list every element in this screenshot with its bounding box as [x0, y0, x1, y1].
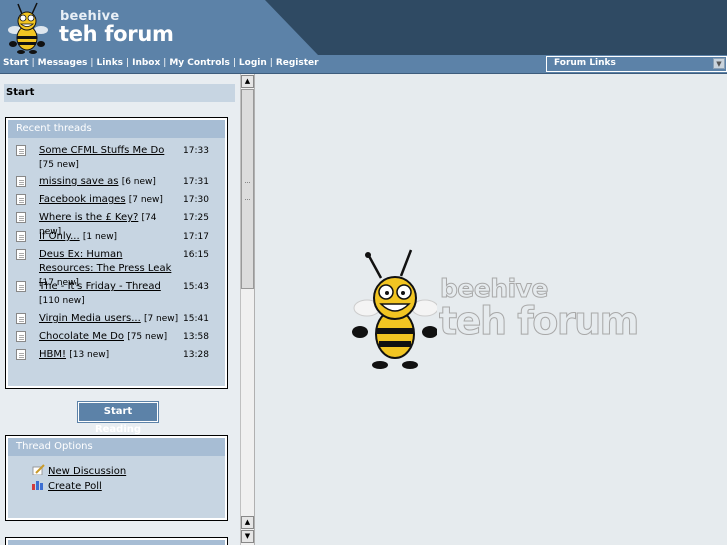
nav-link-inbox[interactable]: Inbox: [132, 58, 160, 68]
thread-link[interactable]: The - It's Friday - Thread: [39, 281, 161, 292]
scroll-down-arrow-icon[interactable]: ▼: [241, 530, 254, 543]
nav-link-start[interactable]: Start: [3, 58, 29, 68]
left-frame: Start Recent threads Some CFML Stuffs Me…: [0, 74, 240, 545]
left-scrollbar[interactable]: ▲ ▲ ▼: [240, 74, 255, 545]
next-panel-partial: [5, 537, 228, 545]
start-heading-bar: Start: [4, 84, 235, 102]
thread-options-title: Thread Options: [8, 438, 225, 456]
nav-link-login[interactable]: Login: [239, 58, 267, 68]
main-frame: beehive teh forum: [257, 74, 727, 545]
nav-separator: |: [90, 58, 94, 68]
thread-link[interactable]: HBM!: [39, 349, 66, 360]
thread-new-count: [110 new]: [39, 296, 85, 306]
document-icon: [16, 349, 26, 360]
thread-new-count: [7 new]: [143, 314, 179, 324]
document-icon: [16, 145, 26, 156]
thread-new-count: [75 new]: [39, 160, 79, 170]
nav-separator: |: [269, 58, 273, 68]
thread-time: 17:30: [183, 195, 209, 205]
thread-link[interactable]: Deus Ex: Human Resources: The Press Leak: [39, 249, 171, 274]
scroll-up-arrow-icon[interactable]: ▲: [241, 75, 254, 88]
nav-separator: |: [163, 58, 167, 68]
document-icon: [16, 231, 26, 242]
thread-time: 13:58: [183, 332, 209, 342]
create-poll-link[interactable]: Create Poll: [48, 481, 102, 492]
thread-link[interactable]: Virgin Media users...: [39, 313, 141, 324]
thread-link[interactable]: Chocolate Me Do: [39, 331, 124, 342]
pencil-icon: [32, 464, 45, 475]
thread-link[interactable]: missing save as: [39, 176, 119, 187]
nav-separator: |: [31, 58, 35, 68]
thread-new-count: [7 new]: [128, 195, 163, 205]
thread-new-count: [6 new]: [121, 177, 156, 187]
thread-time: 15:43: [183, 282, 209, 292]
thread-time: 17:31: [183, 177, 209, 187]
thread-options-panel: Thread Options: [5, 435, 228, 521]
document-icon: [16, 313, 26, 324]
recent-threads-title: Recent threads: [8, 120, 225, 138]
nav-bar: Start | Messages | Links | Inbox | My Controls | L…: [0, 55, 727, 74]
nav-link-register[interactable]: Register: [276, 58, 319, 68]
thread-link[interactable]: If Only...: [39, 231, 80, 242]
thread-time: 13:28: [183, 350, 209, 360]
poll-chart-icon: [32, 481, 43, 490]
scrollbar-thumb[interactable]: [241, 89, 254, 289]
thread-time: 17:25: [183, 213, 209, 223]
site-title: teh forum: [59, 22, 174, 46]
scroll-up-arrow-icon[interactable]: ▲: [241, 516, 254, 529]
nav-link-messages[interactable]: Messages: [38, 58, 88, 68]
forum-links-select[interactable]: Forum Links ▼: [546, 56, 727, 72]
nav-link-my-controls[interactable]: My Controls: [169, 58, 230, 68]
thread-new-count: [13 new]: [69, 350, 110, 360]
document-icon: [16, 249, 26, 260]
bee-mascot-icon: [352, 249, 437, 369]
start-heading: Start: [6, 87, 35, 98]
thread-time: 16:15: [183, 250, 209, 260]
document-icon: [16, 212, 26, 223]
document-icon: [16, 281, 26, 292]
thread-time: 15:41: [183, 314, 209, 324]
thread-new-count: [75 new]: [127, 332, 168, 342]
watermark-title: teh forum: [439, 299, 640, 344]
thread-time: 17:33: [183, 146, 209, 156]
thread-link[interactable]: Facebook images: [39, 194, 126, 205]
document-icon: [16, 331, 26, 342]
thread-link[interactable]: Some CFML Stuffs Me Do: [39, 145, 164, 156]
new-discussion-link[interactable]: New Discussion: [48, 466, 126, 477]
dropdown-arrow-icon[interactable]: ▼: [713, 58, 725, 69]
document-icon: [16, 194, 26, 205]
thread-time: 17:17: [183, 232, 209, 242]
nav-links: Start | Messages | Links | Inbox | My Controls | L…: [3, 58, 319, 68]
header-banner: beehive teh forum: [0, 0, 727, 55]
nav-separator: |: [232, 58, 236, 68]
thread-link[interactable]: Where is the £ Key?: [39, 212, 138, 223]
thread-new-count: [1 new]: [82, 232, 118, 242]
forum-links-label: Forum Links: [554, 58, 616, 68]
create-poll-option[interactable]: Create Poll: [32, 479, 102, 492]
start-reading-button[interactable]: Start Reading: [77, 401, 159, 435]
bee-logo-icon[interactable]: [6, 2, 50, 54]
nav-link-links[interactable]: Links: [96, 58, 123, 68]
nav-separator: |: [126, 58, 130, 68]
document-icon: [16, 176, 26, 187]
new-discussion-option[interactable]: New Discussion: [32, 464, 126, 477]
